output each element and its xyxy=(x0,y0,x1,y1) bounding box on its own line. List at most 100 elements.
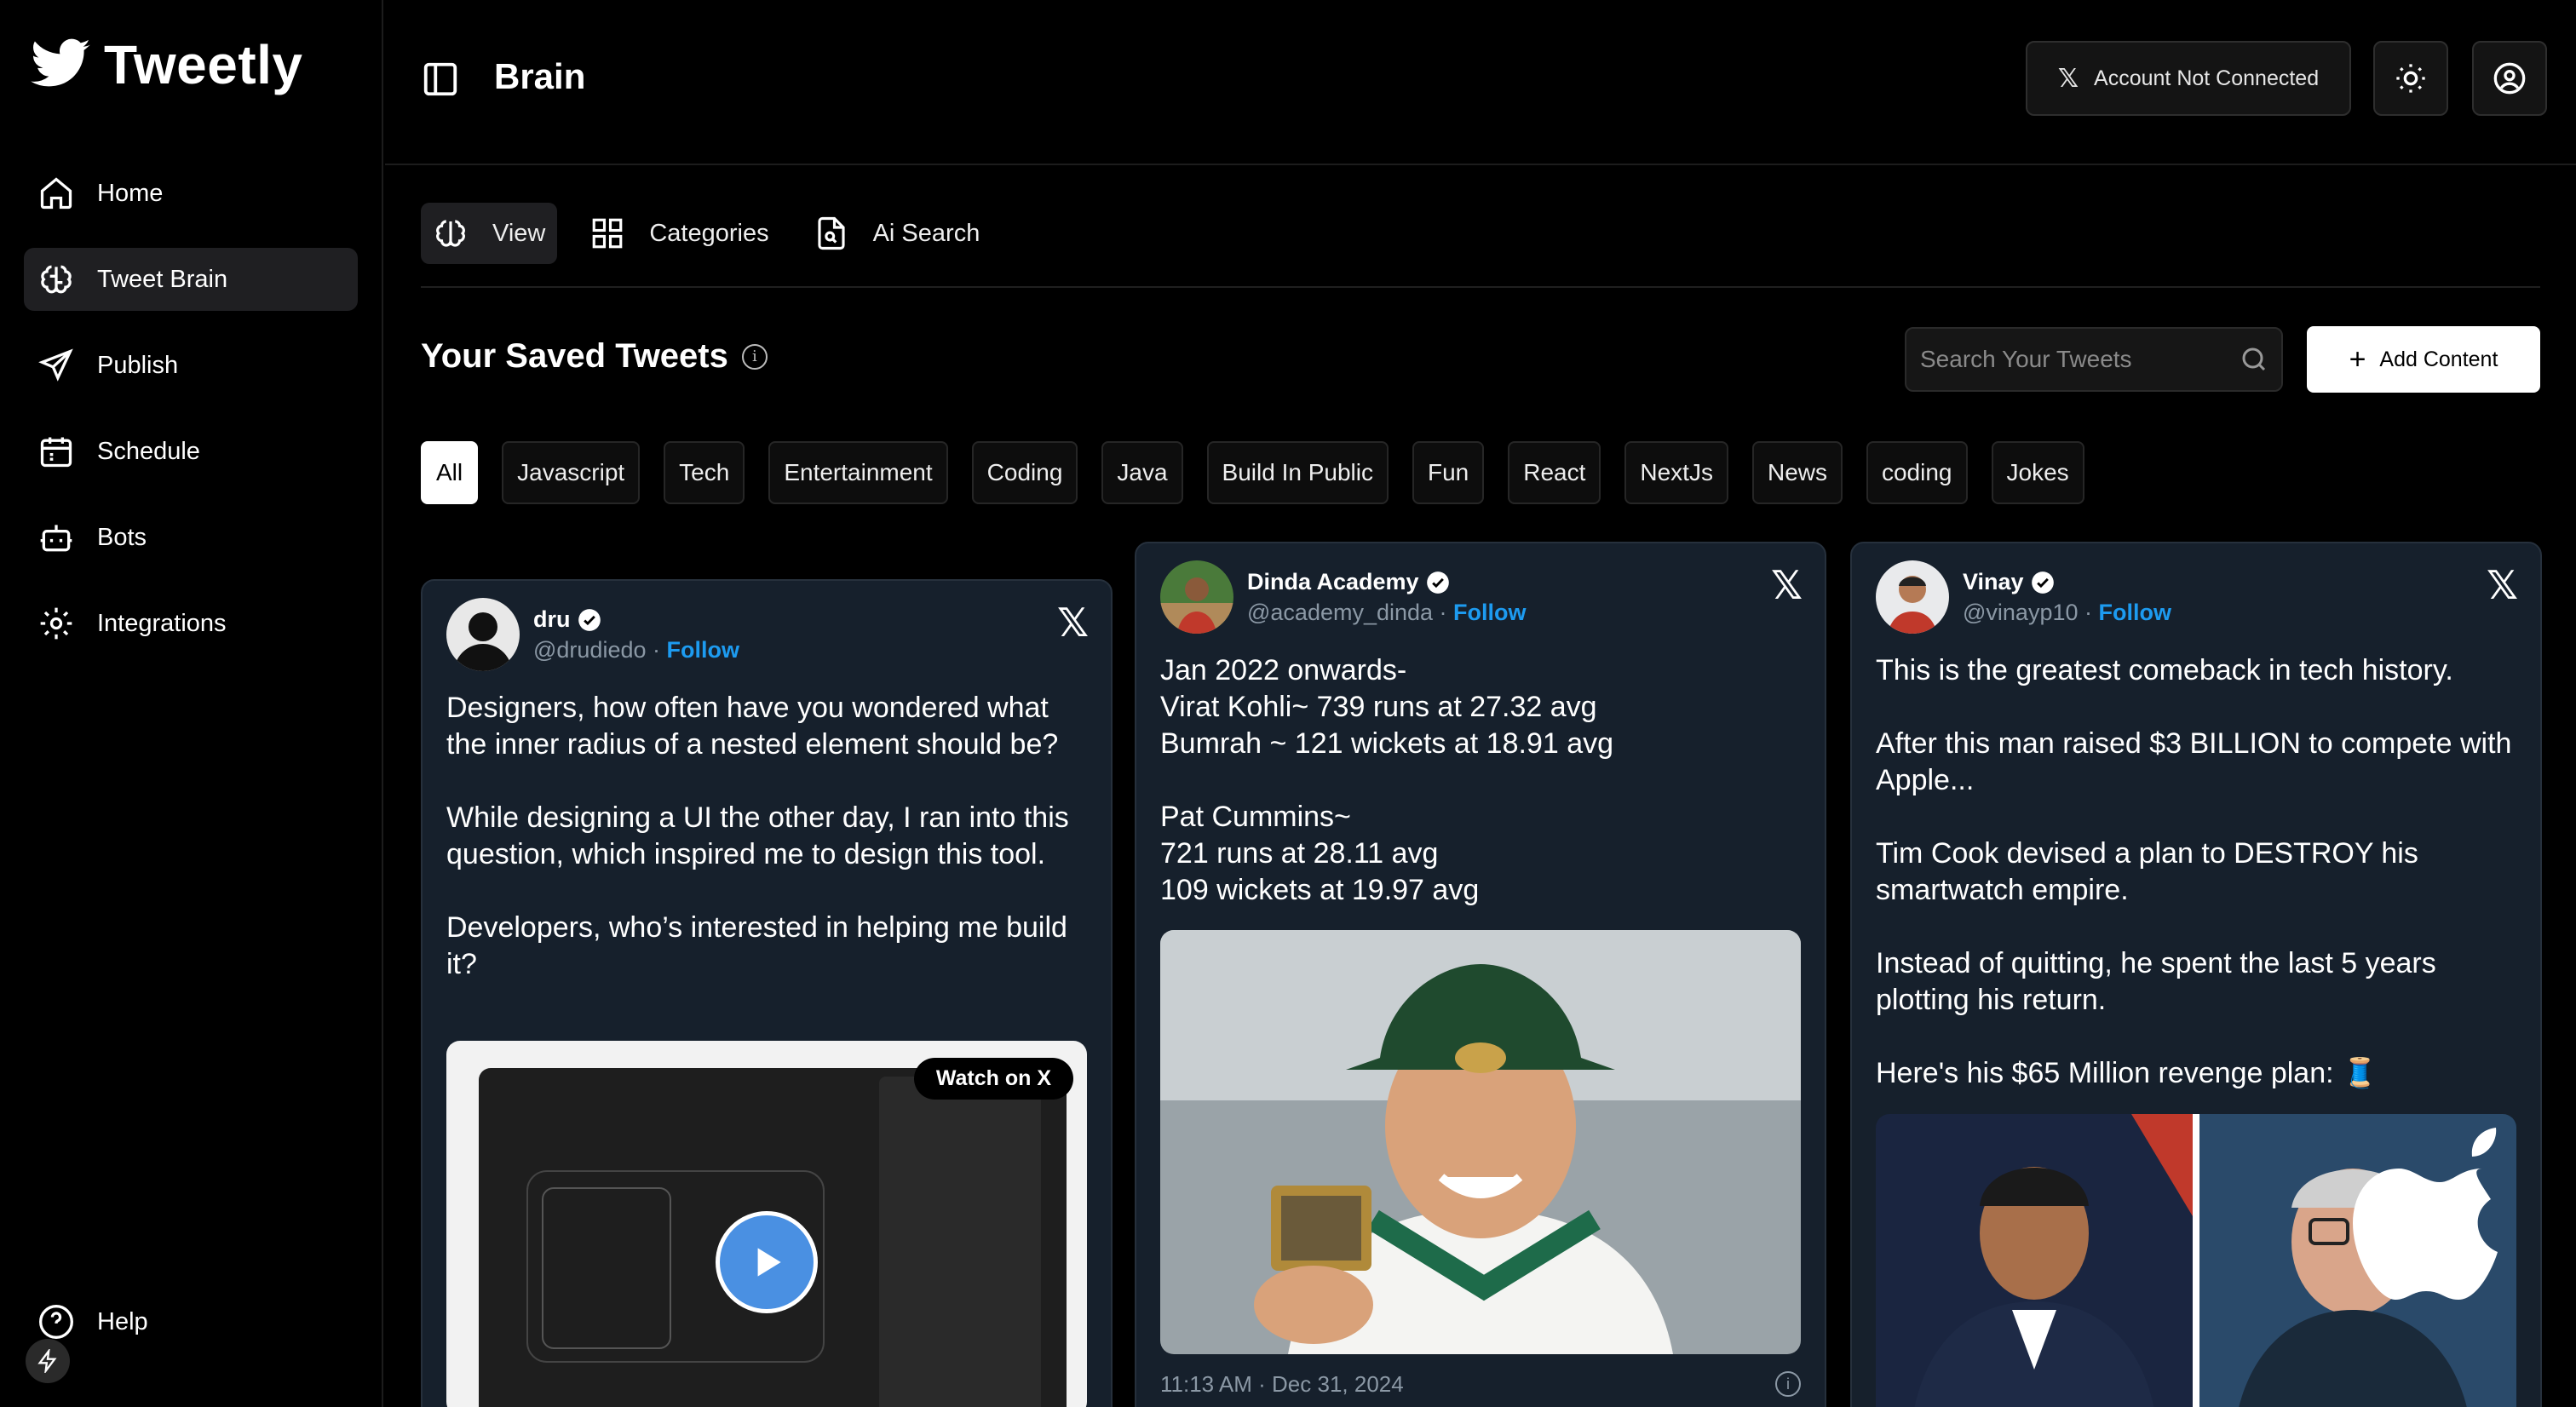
author-handle: @academy_dinda · Follow xyxy=(1247,600,1527,625)
filter-chip[interactable]: All xyxy=(421,441,479,504)
author-name-text: Dinda Academy xyxy=(1247,569,1419,594)
tab-label: Ai Search xyxy=(872,219,980,247)
x-logo-icon[interactable]: 𝕏 xyxy=(2487,562,2518,608)
tab-label: View xyxy=(492,219,546,247)
theme-toggle-button[interactable] xyxy=(2373,41,2448,116)
filter-chip[interactable]: Java xyxy=(1101,441,1183,504)
sidebar-item-integrations[interactable]: Integrations xyxy=(24,592,358,655)
filter-chip[interactable]: Entertainment xyxy=(768,441,948,504)
filter-chip[interactable]: Coding xyxy=(971,441,1078,504)
help-label: Help xyxy=(97,1307,148,1335)
sidebar-toggle-button[interactable] xyxy=(421,60,460,99)
plus-icon: + xyxy=(2349,342,2366,376)
filter-chip[interactable]: Tech xyxy=(664,441,745,504)
tab-ai-search[interactable]: Ai Search xyxy=(802,203,992,264)
bird-logo-icon xyxy=(31,38,90,87)
sidebar-item-label: Schedule xyxy=(97,437,200,465)
verified-icon xyxy=(578,608,601,631)
follow-link[interactable]: Follow xyxy=(667,637,739,663)
follow-link[interactable]: Follow xyxy=(1453,600,1526,625)
info-icon[interactable]: i xyxy=(1775,1371,1801,1397)
account-connect-button[interactable]: 𝕏 Account Not Connected xyxy=(2026,41,2351,116)
tweet-video[interactable]: Watch on X xyxy=(446,1041,1087,1407)
add-content-label: Add Content xyxy=(2379,347,2498,371)
gear-icon xyxy=(40,607,72,640)
sidebar-item-label: Bots xyxy=(97,523,147,551)
filter-chip[interactable]: Build In Public xyxy=(1206,441,1389,504)
home-icon xyxy=(40,177,72,210)
author-name-text: Vinay xyxy=(1963,569,2024,594)
tweet-card[interactable]: Vinay @vinayp10 · Follow 𝕏 This is the g… xyxy=(1850,542,2542,1407)
author-name[interactable]: dru xyxy=(533,606,601,633)
tab-label: Categories xyxy=(649,219,769,247)
page-title: Brain xyxy=(494,56,586,96)
filter-chip[interactable]: coding xyxy=(1866,441,1968,504)
tweet-card[interactable]: dru @drudiedo · Follow 𝕏 Designers, how … xyxy=(421,579,1113,1407)
x-logo-icon[interactable]: 𝕏 xyxy=(1057,600,1089,646)
handle-text: @drudiedo xyxy=(533,637,647,663)
search-icon[interactable] xyxy=(2239,344,2269,375)
sidebar-item-bots[interactable]: Bots xyxy=(24,506,358,569)
help-icon xyxy=(39,1305,73,1339)
calendar-icon xyxy=(40,437,72,468)
author-name-text: dru xyxy=(533,606,571,632)
send-icon xyxy=(38,348,73,382)
tweet-text: This is the greatest comeback in tech hi… xyxy=(1876,654,2512,1089)
filter-chip[interactable]: React xyxy=(1508,441,1601,504)
sidebar-item-label: Tweet Brain xyxy=(97,265,228,293)
sidebar: Tweetly Home Tweet Brain Publish Schedul… xyxy=(0,0,383,1407)
watch-on-x-button[interactable]: Watch on X xyxy=(913,1058,1073,1100)
brain-icon xyxy=(436,220,465,247)
user-menu-button[interactable] xyxy=(2472,41,2547,116)
help-link[interactable]: Help xyxy=(37,1303,148,1341)
x-logo-icon[interactable]: 𝕏 xyxy=(1771,562,1803,608)
handle-text: @vinayp10 xyxy=(1963,600,2079,625)
panel-left-icon xyxy=(423,62,457,96)
tweet-card[interactable]: Dinda Academy @academy_dinda · Follow 𝕏 … xyxy=(1135,542,1826,1407)
filter-chip[interactable]: Fun xyxy=(1412,441,1485,504)
tweet-image[interactable] xyxy=(1876,1114,2516,1407)
quick-action-button[interactable] xyxy=(26,1339,70,1383)
author-handle: @drudiedo · Follow xyxy=(533,637,739,663)
sidebar-item-publish[interactable]: Publish xyxy=(24,334,358,397)
author-handle: @vinayp10 · Follow xyxy=(1963,600,2171,625)
filter-chip[interactable]: NextJs xyxy=(1624,441,1728,504)
app-name: Tweetly xyxy=(104,34,303,95)
tweet-timestamp[interactable]: 11:13 AM · Dec 31, 2024 xyxy=(1160,1371,1404,1398)
sidebar-item-tweet-brain[interactable]: Tweet Brain xyxy=(24,248,358,311)
verified-icon xyxy=(2031,571,2054,594)
author-name[interactable]: Vinay xyxy=(1963,569,2055,595)
tweet-image[interactable] xyxy=(1160,930,1801,1354)
x-logo-icon: 𝕏 xyxy=(2057,64,2079,93)
search-input[interactable] xyxy=(1906,329,2213,390)
avatar[interactable] xyxy=(1876,560,1949,634)
sun-icon xyxy=(2396,64,2425,93)
play-icon[interactable] xyxy=(716,1211,818,1313)
user-circle-icon xyxy=(2493,62,2526,95)
sidebar-item-schedule[interactable]: Schedule xyxy=(24,420,358,483)
filter-chip[interactable]: Jokes xyxy=(1991,441,2084,504)
tab-view[interactable]: View xyxy=(421,203,558,264)
sidebar-item-label: Publish xyxy=(97,351,179,379)
follow-link[interactable]: Follow xyxy=(2099,600,2171,625)
bolt-icon xyxy=(37,1349,57,1373)
app-logo[interactable]: Tweetly xyxy=(26,32,303,97)
filter-chip[interactable]: Javascript xyxy=(502,441,641,504)
section-title-text: Your Saved Tweets xyxy=(421,337,728,375)
tab-categories[interactable]: Categories xyxy=(578,203,780,264)
category-filters: All Javascript Tech Entertainment Coding… xyxy=(421,441,2108,504)
sidebar-item-home[interactable]: Home xyxy=(24,162,358,225)
filter-chip[interactable]: News xyxy=(1751,441,1843,504)
author-name[interactable]: Dinda Academy xyxy=(1247,569,1450,595)
info-icon[interactable]: i xyxy=(741,343,768,370)
tweet-text: Designers, how often have you wondered w… xyxy=(446,692,1069,980)
account-status-label: Account Not Connected xyxy=(2094,66,2320,90)
add-content-button[interactable]: + Add Content xyxy=(2307,326,2540,393)
grid-icon xyxy=(593,218,623,249)
handle-text: @academy_dinda xyxy=(1247,600,1434,625)
avatar[interactable] xyxy=(446,598,520,671)
brain-tabs: View Categories Ai Search xyxy=(421,203,1012,264)
avatar[interactable] xyxy=(1160,560,1233,634)
brain-icon xyxy=(41,265,72,294)
bot-icon xyxy=(40,525,72,552)
